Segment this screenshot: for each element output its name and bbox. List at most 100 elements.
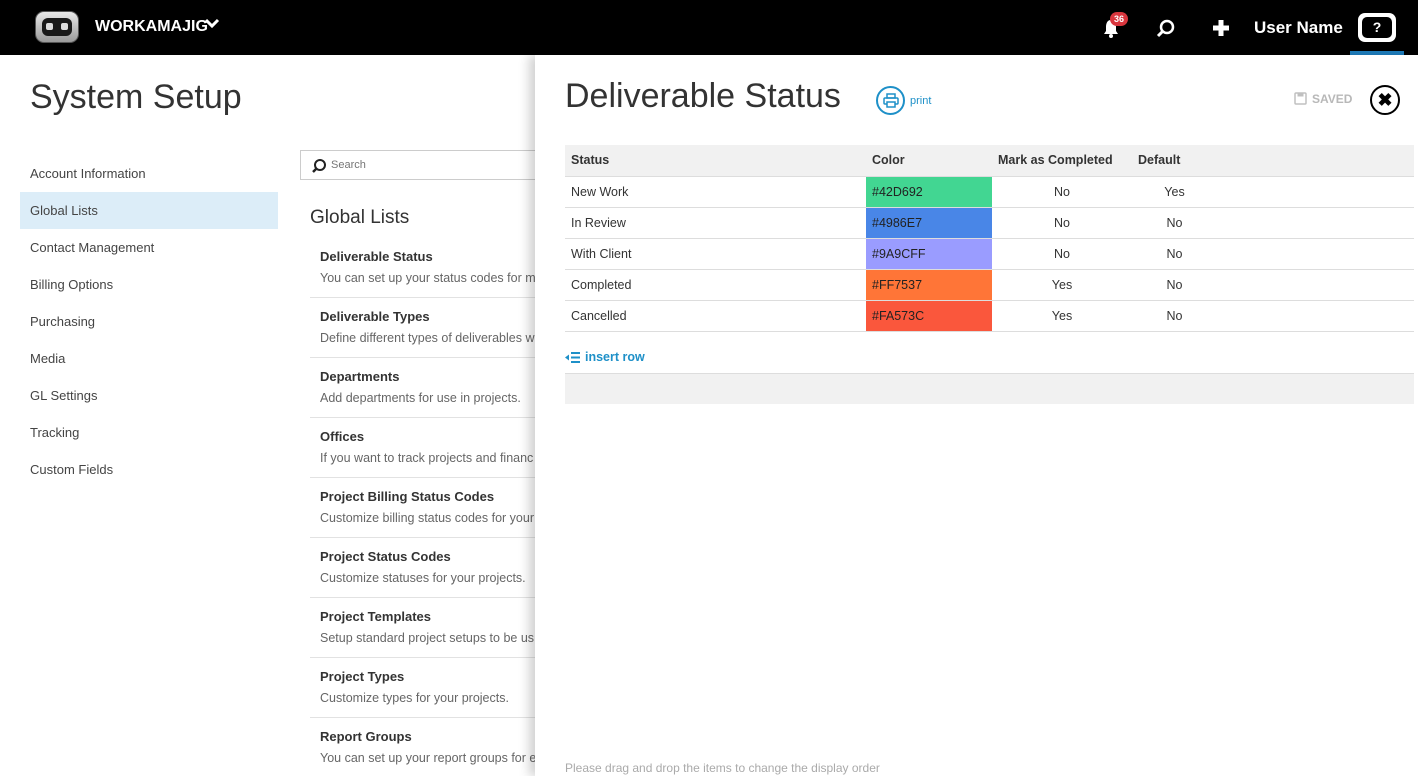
sidebar-item-contact-management[interactable]: Contact Management xyxy=(20,229,278,266)
status-cell[interactable]: In Review xyxy=(565,207,866,239)
search-icon xyxy=(312,159,326,173)
column-header-color: Color xyxy=(866,145,992,177)
spacer-cell xyxy=(1217,269,1414,301)
sidebar-item-tracking[interactable]: Tracking xyxy=(20,414,278,451)
print-button[interactable] xyxy=(876,86,905,115)
list-item-description: Customize billing status codes for your xyxy=(320,511,534,525)
mark-completed-cell[interactable]: Yes xyxy=(992,269,1132,301)
list-item-description: If you want to track projects and financ xyxy=(320,451,534,465)
status-cell[interactable]: With Client xyxy=(565,238,866,270)
status-cell[interactable]: New Work xyxy=(565,176,866,208)
list-item[interactable]: Offices If you want to track projects and… xyxy=(310,418,560,478)
notification-badge: 36 xyxy=(1110,12,1128,26)
sidebar-nav: Account Information Global Lists Contact… xyxy=(20,155,278,488)
list-item-description: Customize types for your projects. xyxy=(320,691,509,705)
list-item-title: Project Billing Status Codes xyxy=(320,489,495,504)
status-cell[interactable]: Completed xyxy=(565,269,866,301)
global-lists-heading: Global Lists xyxy=(310,207,410,228)
sidebar-item-global-lists[interactable]: Global Lists xyxy=(20,192,278,229)
list-item-title: Project Status Codes xyxy=(320,549,451,564)
mark-completed-cell[interactable]: No xyxy=(992,176,1132,208)
table-row[interactable]: New Work #42D692 No Yes xyxy=(565,176,1414,208)
sidebar-item-purchasing[interactable]: Purchasing xyxy=(20,303,278,340)
save-icon xyxy=(1294,92,1307,105)
spacer-cell xyxy=(1217,176,1414,208)
brand-name[interactable]: WORKAMAJIG xyxy=(95,18,208,36)
color-cell[interactable]: #4986E7 xyxy=(866,207,992,239)
close-icon: ✖ xyxy=(1377,90,1393,110)
table-row[interactable]: Cancelled #FA573C Yes No xyxy=(565,300,1414,332)
sidebar-item-media[interactable]: Media xyxy=(20,340,278,377)
column-header-default: Default xyxy=(1132,145,1217,177)
help-button[interactable]: ? xyxy=(1358,13,1396,42)
deliverable-status-panel: Deliverable Status print SAVED ✖ Status … xyxy=(535,55,1418,776)
workamajig-logo-icon[interactable] xyxy=(35,11,79,43)
list-item-description: Define different types of deliverables w xyxy=(320,331,535,345)
color-cell[interactable]: #42D692 xyxy=(866,176,992,208)
table-row[interactable]: With Client #9A9CFF No No xyxy=(565,238,1414,270)
table-row[interactable]: Completed #FF7537 Yes No xyxy=(565,269,1414,301)
panel-title: Deliverable Status xyxy=(565,77,841,115)
list-item-title: Project Templates xyxy=(320,609,432,624)
print-link[interactable]: print xyxy=(910,95,931,107)
list-item[interactable]: Departments Add departments for use in pr… xyxy=(310,358,560,418)
list-item-title: Project Types xyxy=(320,669,405,684)
mark-completed-cell[interactable]: Yes xyxy=(992,300,1132,332)
insert-row-icon xyxy=(565,352,580,363)
list-item[interactable]: Project Types Customize types for your pr… xyxy=(310,658,560,718)
default-cell[interactable]: No xyxy=(1132,238,1217,270)
list-item-description: Add departments for use in projects. xyxy=(320,391,521,405)
status-table: Status Color Mark as Completed Default N… xyxy=(565,145,1414,332)
chevron-down-icon[interactable] xyxy=(204,15,220,36)
mark-completed-cell[interactable]: No xyxy=(992,238,1132,270)
help-icon: ? xyxy=(1362,17,1392,38)
list-item[interactable]: Project Templates Setup standard project … xyxy=(310,598,560,658)
sidebar-item-custom-fields[interactable]: Custom Fields xyxy=(20,451,278,488)
list-item-description: Customize statuses for your projects. xyxy=(320,571,526,585)
column-header-mark-completed: Mark as Completed xyxy=(992,145,1132,177)
sidebar-item-billing-options[interactable]: Billing Options xyxy=(20,266,278,303)
insert-row-button[interactable]: insert row xyxy=(565,350,645,364)
list-item-title: Deliverable Types xyxy=(320,309,430,324)
table-footer-bar xyxy=(565,373,1414,404)
mark-completed-cell[interactable]: No xyxy=(992,207,1132,239)
column-header-spacer xyxy=(1217,145,1414,177)
spacer-cell xyxy=(1217,207,1414,239)
default-cell[interactable]: Yes xyxy=(1132,176,1217,208)
search-input[interactable] xyxy=(331,155,531,175)
list-item-title: Offices xyxy=(320,429,365,444)
search-icon[interactable] xyxy=(1155,17,1177,39)
spacer-cell xyxy=(1217,238,1414,270)
list-item-title: Deliverable Status xyxy=(320,249,433,264)
list-item[interactable]: Project Billing Status Codes Customize bi… xyxy=(310,478,560,538)
spacer-cell xyxy=(1217,300,1414,332)
printer-icon xyxy=(883,93,899,108)
default-cell[interactable]: No xyxy=(1132,269,1217,301)
color-cell[interactable]: #FA573C xyxy=(866,300,992,332)
sidebar-item-gl-settings[interactable]: GL Settings xyxy=(20,377,278,414)
table-row[interactable]: In Review #4986E7 No No xyxy=(565,207,1414,239)
search-field[interactable] xyxy=(300,150,560,180)
plus-icon[interactable] xyxy=(1210,17,1232,39)
column-header-status: Status xyxy=(565,145,866,177)
default-cell[interactable]: No xyxy=(1132,300,1217,332)
page-title: System Setup xyxy=(30,78,242,116)
drag-drop-hint: Please drag and drop the items to change… xyxy=(565,761,880,775)
insert-row-label: insert row xyxy=(585,350,645,364)
sidebar-item-account-information[interactable]: Account Information xyxy=(20,155,278,192)
saved-label: SAVED xyxy=(1312,92,1353,106)
list-item[interactable]: Project Status Codes Customize statuses f… xyxy=(310,538,560,598)
list-item[interactable]: Deliverable Types Define different types … xyxy=(310,298,560,358)
list-item-title: Report Groups xyxy=(320,729,412,744)
status-cell[interactable]: Cancelled xyxy=(565,300,866,332)
color-cell[interactable]: #FF7537 xyxy=(866,269,992,301)
top-bar: WORKAMAJIG 36 User Name ? xyxy=(0,0,1418,55)
user-menu[interactable]: User Name xyxy=(1254,18,1343,38)
default-cell[interactable]: No xyxy=(1132,207,1217,239)
list-item-description: You can set up your status codes for m xyxy=(320,271,536,285)
list-item[interactable]: Report Groups You can set up your report … xyxy=(310,718,560,776)
list-item[interactable]: Deliverable Status You can set up your st… xyxy=(310,238,560,298)
color-cell[interactable]: #9A9CFF xyxy=(866,238,992,270)
close-button[interactable]: ✖ xyxy=(1370,85,1400,115)
list-item-description: Setup standard project setups to be us xyxy=(320,631,535,645)
